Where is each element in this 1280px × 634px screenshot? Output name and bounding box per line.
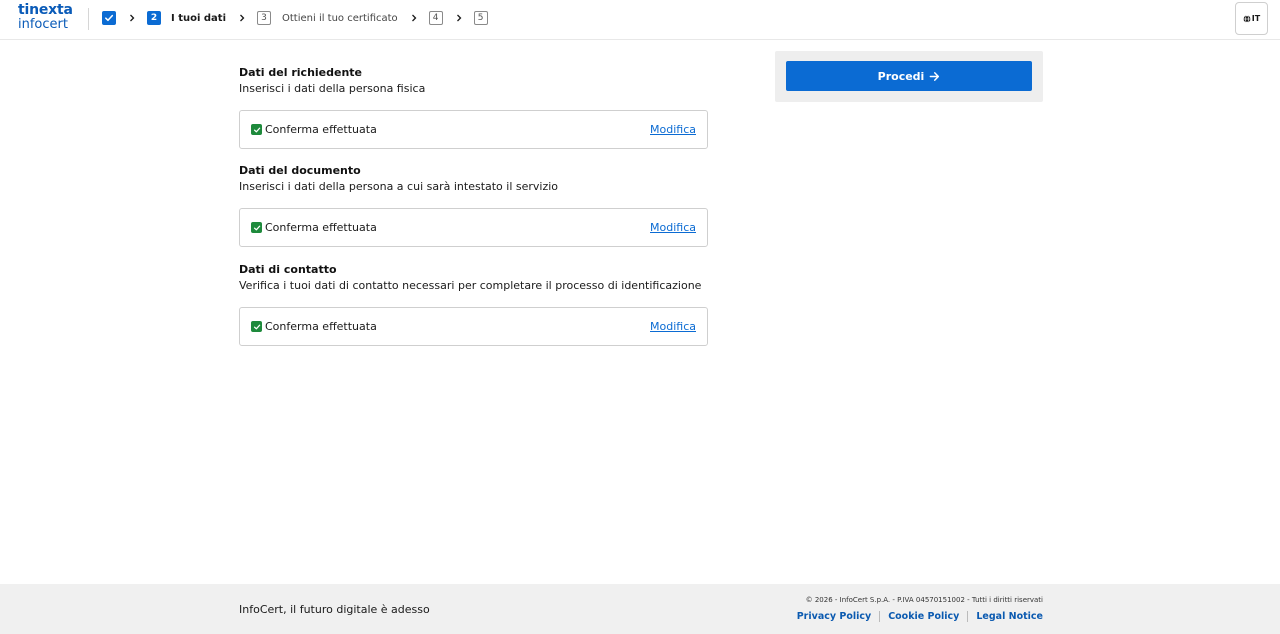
chevron-right-icon: [237, 13, 247, 23]
confirmation-status: Conferma effettuata: [265, 221, 377, 234]
modify-link-document[interactable]: Modifica: [650, 221, 696, 234]
check-icon: [105, 14, 114, 22]
privacy-policy-link[interactable]: Privacy Policy: [797, 611, 871, 622]
proceed-button[interactable]: Procedi: [786, 61, 1032, 91]
confirmation-status: Conferma effettuata: [265, 320, 377, 333]
language-label: IT: [1251, 14, 1261, 23]
arrow-right-icon: [929, 71, 940, 81]
step-5-number: 5: [473, 11, 488, 25]
brand-logo[interactable]: tinexta infocert: [18, 3, 73, 31]
footer-tagline: InfoCert, il futuro digitale è adesso: [239, 603, 430, 616]
step-4-number: 4: [428, 11, 443, 25]
brand-logo-line2: infocert: [18, 17, 68, 32]
section-title-applicant: Dati del richiedente: [239, 66, 363, 79]
step-2-number: 2: [147, 11, 161, 25]
legal-notice-link[interactable]: Legal Notice: [976, 611, 1043, 622]
footer-link-divider: [879, 611, 881, 622]
cookie-policy-link[interactable]: Cookie Policy: [888, 611, 959, 622]
checkmark-icon: [251, 222, 262, 233]
action-panel: Procedi: [775, 51, 1043, 102]
header-divider: [88, 8, 89, 30]
confirmation-card-applicant: Conferma effettuata Modifica: [239, 110, 708, 149]
step-3-number: 3: [257, 11, 271, 25]
brand-logo-line1: tinexta: [18, 2, 73, 18]
section-title-document: Dati del documento: [239, 164, 361, 177]
step-1-completed: [102, 11, 116, 25]
progress-stepper: 2 I tuoi dati 3 Ottieni il tuo certifica…: [102, 10, 488, 26]
top-header: tinexta infocert 2 I tuoi dati 3 Ottieni…: [0, 0, 1280, 40]
chevron-right-icon: [409, 13, 419, 23]
section-title-contact: Dati di contatto: [239, 263, 337, 276]
checkmark-icon: [251, 321, 262, 332]
confirmation-card-contact: Conferma effettuata Modifica: [239, 307, 708, 346]
page-footer: InfoCert, il futuro digitale è adesso © …: [0, 584, 1280, 634]
modify-link-contact[interactable]: Modifica: [650, 320, 696, 333]
footer-link-divider: [967, 611, 969, 622]
chevron-right-icon: [454, 13, 464, 23]
language-selector-button[interactable]: IT: [1235, 2, 1268, 35]
chevron-right-icon: [127, 13, 137, 23]
section-desc-applicant: Inserisci i dati della persona fisica: [239, 82, 426, 95]
step-2-label: I tuoi dati: [171, 12, 226, 24]
globe-icon: [1243, 14, 1251, 23]
footer-copyright: © 2026 - InfoCert S.p.A. - P.IVA 0457015…: [805, 596, 1043, 604]
section-desc-document: Inserisci i dati della persona a cui sar…: [239, 180, 559, 193]
checkmark-icon: [251, 124, 262, 135]
modify-link-applicant[interactable]: Modifica: [650, 123, 696, 136]
footer-links: Privacy Policy Cookie Policy Legal Notic…: [797, 611, 1043, 622]
step-3-label: Ottieni il tuo certificato: [282, 12, 398, 24]
section-desc-contact: Verifica i tuoi dati di contatto necessa…: [239, 279, 702, 292]
confirmation-status: Conferma effettuata: [265, 123, 377, 136]
proceed-button-label: Procedi: [877, 69, 925, 83]
confirmation-card-document: Conferma effettuata Modifica: [239, 208, 708, 247]
